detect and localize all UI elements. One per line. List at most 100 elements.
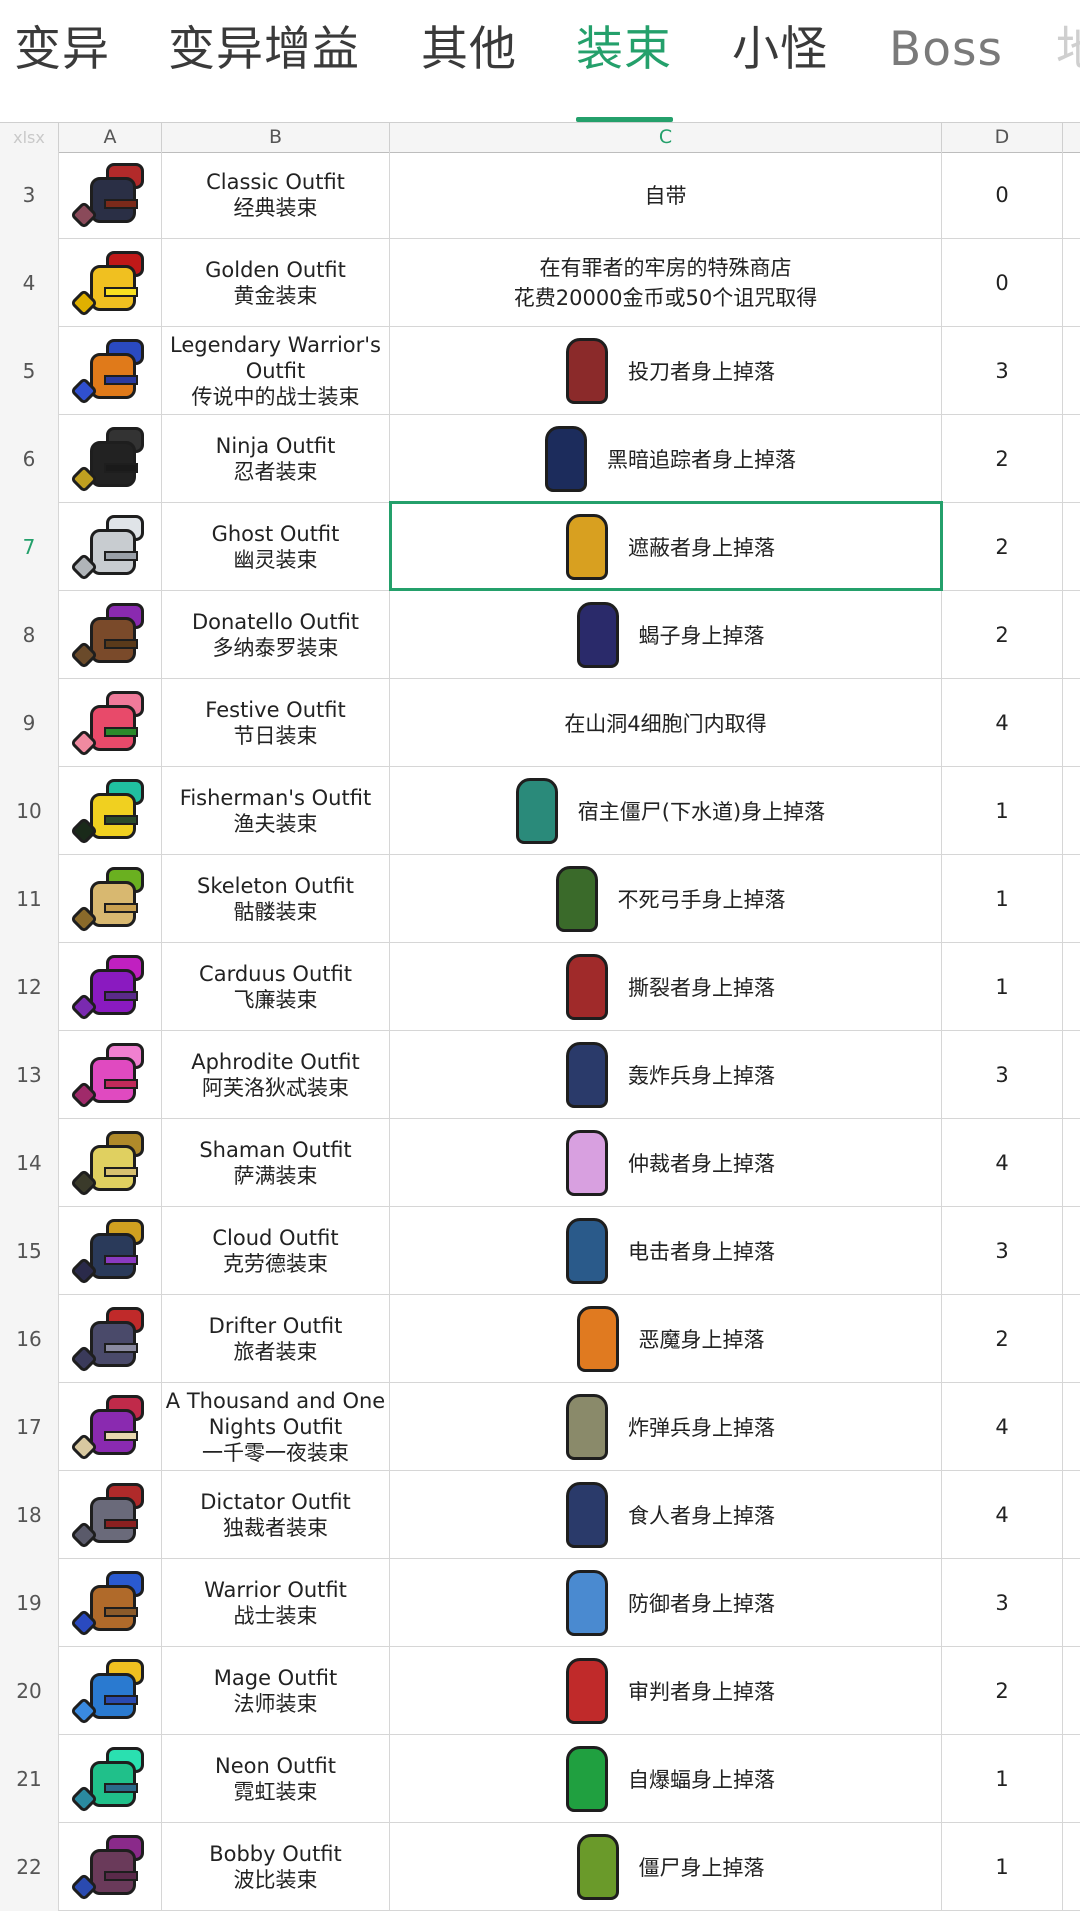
row-number[interactable]: 10 [0, 767, 59, 855]
outfit-icon-cell[interactable] [59, 1471, 162, 1559]
outfit-icon-cell[interactable] [59, 1119, 162, 1207]
drop-source-cell[interactable]: 轰炸兵身上掉落 [390, 1031, 942, 1119]
value-cell[interactable]: 4 [942, 1471, 1063, 1559]
outfit-icon-cell[interactable] [59, 239, 162, 327]
outfit-name-cell[interactable]: Ninja Outfit 忍者装束 [162, 415, 390, 503]
value-cell[interactable]: 2 [942, 591, 1063, 679]
outfit-icon-cell[interactable] [59, 855, 162, 943]
empty-cell[interactable] [1063, 1559, 1080, 1647]
outfit-name-cell[interactable]: Fisherman's Outfit 渔夫装束 [162, 767, 390, 855]
outfit-icon-cell[interactable] [59, 591, 162, 679]
value-cell[interactable]: 3 [942, 1207, 1063, 1295]
outfit-name-cell[interactable]: Neon Outfit 霓虹装束 [162, 1735, 390, 1823]
drop-source-cell[interactable]: 防御者身上掉落 [390, 1559, 942, 1647]
empty-cell[interactable] [1063, 591, 1080, 679]
value-cell[interactable]: 2 [942, 503, 1063, 591]
outfit-icon-cell[interactable] [59, 503, 162, 591]
drop-source-cell[interactable]: 僵尸身上掉落 [390, 1823, 942, 1911]
drop-source-cell[interactable]: 不死弓手身上掉落 [390, 855, 942, 943]
empty-cell[interactable] [1063, 239, 1080, 327]
outfit-name-cell[interactable]: Bobby Outfit 波比装束 [162, 1823, 390, 1911]
outfit-icon-cell[interactable] [59, 1559, 162, 1647]
row-number[interactable]: 3 [0, 151, 59, 239]
empty-cell[interactable] [1063, 327, 1080, 415]
row-number[interactable]: 11 [0, 855, 59, 943]
empty-cell[interactable] [1063, 503, 1080, 591]
table-row[interactable]: 19 Warrior Outfit 战士装束 防御者身上掉落 3 [0, 1559, 1080, 1647]
table-row[interactable]: 14 Shaman Outfit 萨满装束 仲裁者身上掉落 4 [0, 1119, 1080, 1207]
drop-source-cell[interactable]: 遮蔽者身上掉落 [390, 503, 942, 591]
row-number[interactable]: 22 [0, 1823, 59, 1911]
outfit-name-cell[interactable]: Shaman Outfit 萨满装束 [162, 1119, 390, 1207]
drop-source-cell[interactable]: 自带 [390, 151, 942, 239]
column-header-b[interactable]: B [162, 123, 390, 152]
row-number[interactable]: 19 [0, 1559, 59, 1647]
value-cell[interactable]: 3 [942, 327, 1063, 415]
drop-source-cell[interactable]: 炸弹兵身上掉落 [390, 1383, 942, 1471]
outfit-icon-cell[interactable] [59, 415, 162, 503]
tab-boss[interactable]: Boss [889, 18, 1003, 82]
table-row[interactable]: 5 Legendary Warrior's Outfit 传说中的战士装束 投刀者身上掉… [0, 327, 1080, 415]
empty-cell[interactable] [1063, 1471, 1080, 1559]
row-number[interactable]: 4 [0, 239, 59, 327]
table-row[interactable]: 20 Mage Outfit 法师装束 审判者身上掉落 2 [0, 1647, 1080, 1735]
outfit-icon-cell[interactable] [59, 151, 162, 239]
outfit-name-cell[interactable]: Carduus Outfit 飞廉装束 [162, 943, 390, 1031]
drop-source-cell[interactable]: 撕裂者身上掉落 [390, 943, 942, 1031]
tab-outfits[interactable]: 装束 [576, 18, 672, 82]
row-number[interactable]: 12 [0, 943, 59, 1031]
outfit-name-cell[interactable]: Classic Outfit 经典装束 [162, 151, 390, 239]
outfit-icon-cell[interactable] [59, 1735, 162, 1823]
column-header-a[interactable]: A [59, 123, 162, 152]
empty-cell[interactable] [1063, 679, 1080, 767]
drop-source-cell[interactable]: 投刀者身上掉落 [390, 327, 942, 415]
table-row[interactable]: 17 A Thousand and One Nights Outfit 一千零一夜装束… [0, 1383, 1080, 1471]
outfit-icon-cell[interactable] [59, 327, 162, 415]
row-number[interactable]: 17 [0, 1383, 59, 1471]
empty-cell[interactable] [1063, 1119, 1080, 1207]
drop-source-cell[interactable]: 仲裁者身上掉落 [390, 1119, 942, 1207]
table-row[interactable]: 18 Dictator Outfit 独裁者装束 食人者身上掉落 4 [0, 1471, 1080, 1559]
outfit-name-cell[interactable]: Legendary Warrior's Outfit 传说中的战士装束 [162, 327, 390, 415]
value-cell[interactable]: 2 [942, 1647, 1063, 1735]
empty-cell[interactable] [1063, 767, 1080, 855]
row-number[interactable]: 14 [0, 1119, 59, 1207]
row-number[interactable]: 15 [0, 1207, 59, 1295]
tab-mutations[interactable]: 变异 [14, 18, 110, 82]
outfit-name-cell[interactable]: Golden Outfit 黄金装束 [162, 239, 390, 327]
outfit-icon-cell[interactable] [59, 767, 162, 855]
tab-map[interactable]: 地 [1056, 18, 1080, 82]
drop-source-cell[interactable]: 宿主僵尸(下水道)身上掉落 [390, 767, 942, 855]
outfit-name-cell[interactable]: Aphrodite Outfit 阿芙洛狄忒装束 [162, 1031, 390, 1119]
outfit-name-cell[interactable]: Skeleton Outfit 骷髅装束 [162, 855, 390, 943]
outfit-name-cell[interactable]: Ghost Outfit 幽灵装束 [162, 503, 390, 591]
outfit-icon-cell[interactable] [59, 1383, 162, 1471]
outfit-icon-cell[interactable] [59, 1207, 162, 1295]
empty-cell[interactable] [1063, 1823, 1080, 1911]
outfit-name-cell[interactable]: Cloud Outfit 克劳德装束 [162, 1207, 390, 1295]
drop-source-cell[interactable]: 在有罪者的牢房的特殊商店 花费20000金币或50个诅咒取得 [390, 239, 942, 327]
outfit-icon-cell[interactable] [59, 1647, 162, 1735]
table-row[interactable]: 9 Festive Outfit 节日装束 在山洞4细胞门内取得 4 [0, 679, 1080, 767]
row-number[interactable]: 13 [0, 1031, 59, 1119]
outfit-name-cell[interactable]: Festive Outfit 节日装束 [162, 679, 390, 767]
row-number[interactable]: 5 [0, 327, 59, 415]
empty-cell[interactable] [1063, 415, 1080, 503]
empty-cell[interactable] [1063, 1735, 1080, 1823]
table-row[interactable]: 12 Carduus Outfit 飞廉装束 撕裂者身上掉落 1 [0, 943, 1080, 1031]
outfit-name-cell[interactable]: Mage Outfit 法师装束 [162, 1647, 390, 1735]
drop-source-cell[interactable]: 审判者身上掉落 [390, 1647, 942, 1735]
outfit-icon-cell[interactable] [59, 1295, 162, 1383]
empty-cell[interactable] [1063, 1295, 1080, 1383]
value-cell[interactable]: 1 [942, 767, 1063, 855]
value-cell[interactable]: 0 [942, 151, 1063, 239]
table-row[interactable]: 10 Fisherman's Outfit 渔夫装束 宿主僵尸(下水道)身上掉落 1 [0, 767, 1080, 855]
column-header-c[interactable]: C [390, 123, 942, 152]
row-number[interactable]: 21 [0, 1735, 59, 1823]
value-cell[interactable]: 4 [942, 679, 1063, 767]
outfit-icon-cell[interactable] [59, 943, 162, 1031]
outfit-name-cell[interactable]: Drifter Outfit 旅者装束 [162, 1295, 390, 1383]
empty-cell[interactable] [1063, 855, 1080, 943]
drop-source-cell[interactable]: 蝎子身上掉落 [390, 591, 942, 679]
value-cell[interactable]: 1 [942, 1823, 1063, 1911]
